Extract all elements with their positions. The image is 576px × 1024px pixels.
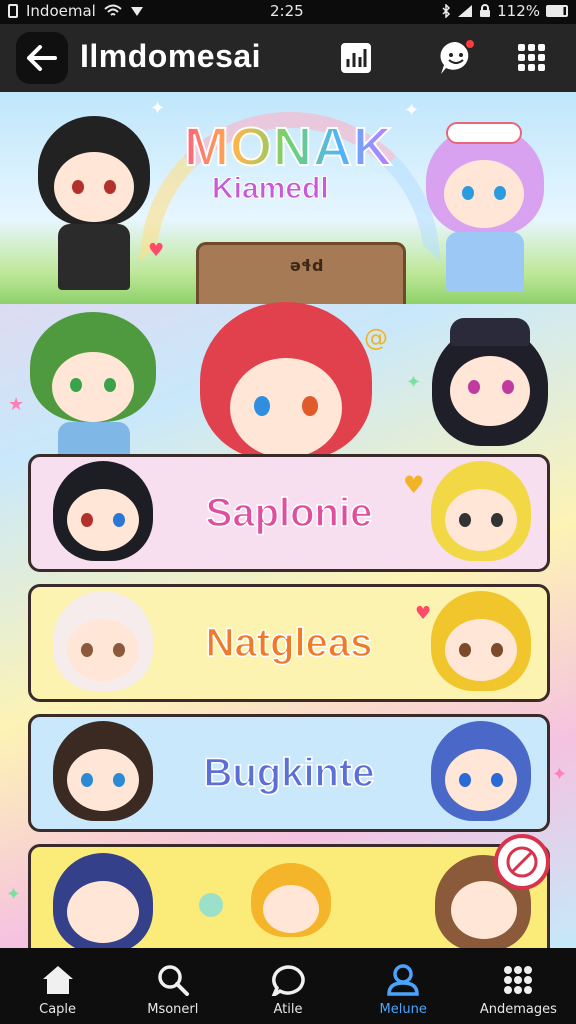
list-item[interactable]: Saplonie ♥ bbox=[28, 454, 550, 572]
menu-grid-button[interactable] bbox=[512, 38, 552, 78]
sim-icon bbox=[8, 4, 18, 18]
lock-icon bbox=[480, 4, 491, 17]
battery-percent: 112% bbox=[497, 2, 540, 20]
battery-icon bbox=[546, 5, 568, 17]
home-icon bbox=[42, 966, 73, 994]
bubble-decoration bbox=[199, 893, 223, 917]
nav-item-profile[interactable]: Melune bbox=[346, 948, 461, 1024]
arrow-left-icon bbox=[27, 45, 57, 71]
sparkle-icon: ✦ bbox=[552, 764, 568, 785]
grid-icon bbox=[518, 44, 545, 71]
bluetooth-icon bbox=[442, 4, 451, 18]
banner-subtitle: Kiamedl bbox=[212, 172, 330, 206]
stats-button[interactable] bbox=[336, 38, 376, 78]
back-button[interactable] bbox=[16, 32, 68, 84]
signal-icon bbox=[458, 5, 473, 17]
hero-banner[interactable]: MONAK Kiamedl əɬd ♥ ✦ ✦ bbox=[0, 92, 576, 304]
list-item[interactable]: Natgleas ♥ bbox=[28, 584, 550, 702]
nav-label: Caple bbox=[39, 1002, 77, 1017]
sparkle-icon: ✦ bbox=[404, 100, 420, 121]
list-item[interactable]: Bugkinte bbox=[28, 714, 550, 832]
heart-icon: ♥ bbox=[148, 240, 165, 261]
nav-item-chat[interactable]: Atile bbox=[230, 948, 345, 1024]
chibi-red-hair-girl bbox=[196, 302, 376, 462]
page-title: Ilmdomesai bbox=[80, 38, 262, 74]
chat-bubble-icon bbox=[271, 965, 305, 996]
sign-text: əɬd bbox=[290, 256, 324, 275]
profile-icon bbox=[387, 964, 419, 996]
chibi-black-hair-cap-girl bbox=[428, 316, 552, 462]
apps-grid-icon bbox=[504, 966, 533, 994]
nav-item-apps[interactable]: Andemages bbox=[461, 948, 576, 1024]
banner-title: MONAK bbox=[183, 116, 393, 178]
swirl-icon: @ bbox=[364, 324, 388, 352]
chibi-navy-hair-girl bbox=[49, 853, 159, 948]
chibi-yellow-hair-girl bbox=[427, 591, 537, 701]
content-area: MONAK Kiamedl əɬd ♥ ✦ ✦ ★ ✦ @ Saplonie ♥… bbox=[0, 92, 576, 948]
chibi-pink-hair-girl bbox=[420, 116, 550, 296]
nav-item-home[interactable]: Caple bbox=[0, 948, 115, 1024]
clock: 2:25 bbox=[270, 2, 304, 20]
search-icon bbox=[158, 965, 189, 996]
nav-label: Andemages bbox=[479, 1002, 557, 1017]
chat-button[interactable] bbox=[436, 38, 476, 78]
chibi-green-hair-girl bbox=[24, 312, 164, 462]
chibi-blonde-girl bbox=[427, 461, 537, 571]
sparkle-icon: ★ bbox=[8, 394, 25, 415]
heart-icon: ♥ bbox=[403, 471, 425, 499]
sparkle-icon: ✦ bbox=[406, 372, 422, 393]
location-icon bbox=[130, 7, 143, 16]
heart-icon: ♥ bbox=[415, 603, 432, 624]
nav-label: Melune bbox=[379, 1002, 427, 1017]
chart-icon bbox=[341, 43, 371, 73]
bottom-navigation: Caple Msonerl Atile Melune Andemages bbox=[0, 948, 576, 1024]
chibi-orange-hair-boy bbox=[251, 863, 331, 943]
nav-label: Msonerl bbox=[147, 1002, 199, 1017]
chibi-cat-girl-black bbox=[30, 116, 160, 296]
nav-label: Atile bbox=[273, 1002, 303, 1017]
no-entry-badge[interactable] bbox=[494, 834, 550, 890]
prohibited-icon bbox=[506, 846, 538, 878]
wifi-icon bbox=[104, 4, 122, 16]
chibi-blue-hair-girl bbox=[427, 721, 537, 831]
nav-item-search[interactable]: Msonerl bbox=[115, 948, 230, 1024]
status-bar: Indoemal 2:25 112% bbox=[0, 0, 576, 24]
list-item[interactable] bbox=[28, 844, 550, 948]
carrier-label: Indoemal bbox=[26, 2, 96, 20]
notification-dot bbox=[464, 38, 476, 50]
app-bar: Ilmdomesai bbox=[0, 24, 576, 92]
sparkle-icon: ✦ bbox=[150, 98, 166, 119]
sparkle-icon: ✦ bbox=[6, 884, 22, 905]
